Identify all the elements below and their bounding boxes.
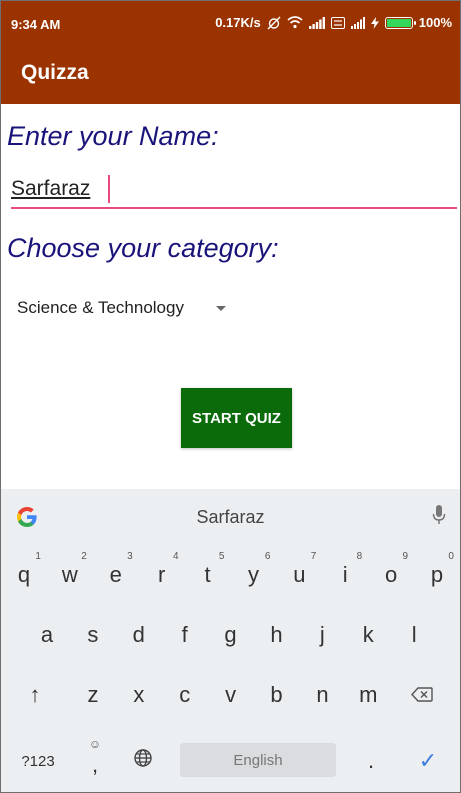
emoji-comma-key[interactable]: ☺ , [73, 731, 117, 791]
text-cursor [108, 175, 110, 203]
key-r[interactable]: r4 [139, 545, 185, 605]
dropdown-arrow-icon [215, 305, 226, 311]
key-p[interactable]: p0 [414, 545, 460, 605]
key-t[interactable]: t5 [185, 545, 231, 605]
key-z[interactable]: z [70, 665, 116, 725]
comma-label: , [91, 752, 99, 777]
keyboard-row-3: ↑ zxcvbnm [1, 665, 460, 725]
symbols-key[interactable]: ?123 [7, 731, 69, 791]
key-q[interactable]: q1 [1, 545, 47, 605]
key-x[interactable]: x [116, 665, 162, 725]
period-key[interactable]: . [349, 731, 393, 791]
key-i[interactable]: i8 [322, 545, 368, 605]
microphone-icon[interactable] [432, 504, 446, 531]
shift-key[interactable]: ↑ [5, 665, 65, 725]
key-o[interactable]: o9 [368, 545, 414, 605]
checkmark-icon: ✓ [418, 748, 438, 773]
key-m[interactable]: m [345, 665, 391, 725]
key-label: t [204, 562, 211, 587]
battery-percent: 100% [418, 15, 452, 30]
key-number-hint: 9 [402, 551, 409, 562]
key-label: q [17, 562, 31, 587]
globe-icon [133, 748, 153, 774]
battery-icon [384, 16, 416, 29]
key-number-hint: 4 [173, 551, 179, 562]
key-number-hint: 0 [448, 551, 454, 562]
name-label: Enter your Name: [7, 121, 219, 151]
status-time: 9:34 AM [11, 17, 61, 32]
language-key[interactable] [121, 731, 165, 791]
key-h[interactable]: h [254, 605, 300, 665]
suggestion-word[interactable]: Sarfaraz [1, 507, 460, 528]
key-b[interactable]: b [254, 665, 300, 725]
done-key[interactable]: ✓ [401, 731, 455, 791]
key-k[interactable]: k [345, 605, 391, 665]
key-label: p [430, 562, 444, 587]
signal-icon-2 [350, 16, 365, 29]
space-key[interactable]: English [180, 743, 336, 777]
network-speed: 0.17K/s [215, 15, 261, 30]
key-label: w [61, 562, 78, 587]
keyboard-row-4: ?123 ☺ , English . ✓ [1, 731, 460, 791]
category-selected-value: Science & Technology [17, 298, 184, 317]
key-a[interactable]: a [24, 605, 70, 665]
volte-icon [330, 16, 345, 29]
key-w[interactable]: w2 [47, 545, 93, 605]
key-f[interactable]: f [162, 605, 208, 665]
key-label: y [247, 562, 259, 587]
key-number-hint: 1 [35, 551, 41, 562]
backspace-key[interactable] [387, 665, 457, 725]
key-c[interactable]: c [162, 665, 208, 725]
key-g[interactable]: g [208, 605, 254, 665]
key-number-hint: 3 [127, 551, 133, 562]
keyboard-row-1: q1w2e3r4t5y6u7i8o9p0 [1, 545, 460, 605]
key-label: u [293, 562, 306, 587]
key-u[interactable]: u7 [276, 545, 322, 605]
key-label: i [342, 562, 348, 587]
status-bar: 9:34 AM 0.17K/s 100% [1, 1, 460, 49]
charging-icon [370, 16, 379, 29]
suggestion-bar: Sarfaraz [1, 489, 460, 545]
app-screen: 9:34 AM 0.17K/s 100% Quizza Enter your N… [0, 0, 461, 793]
key-number-hint: 5 [218, 551, 225, 562]
key-d[interactable]: d [116, 605, 162, 665]
key-number-hint: 8 [356, 551, 363, 562]
category-dropdown[interactable]: Science & Technology [17, 298, 226, 318]
emoji-icon: ☺ [88, 737, 102, 751]
key-y[interactable]: y6 [231, 545, 277, 605]
app-title: Quizza [21, 61, 89, 84]
key-e[interactable]: e3 [93, 545, 139, 605]
alarm-off-icon [267, 16, 281, 30]
key-number-hint: 7 [310, 551, 317, 562]
name-input[interactable] [11, 171, 457, 209]
key-s[interactable]: s [70, 605, 116, 665]
key-label: r [157, 562, 166, 587]
start-quiz-button[interactable]: START QUIZ [181, 388, 292, 448]
status-indicators: 0.17K/s 100% [215, 15, 452, 30]
key-number-hint: 6 [264, 551, 271, 562]
keyboard-row-2: asdfghjkl [1, 605, 460, 665]
key-v[interactable]: v [208, 665, 254, 725]
key-label: o [385, 562, 398, 587]
soft-keyboard: Sarfaraz q1w2e3r4t5y6u7i8o9p0 asdfghjkl … [1, 489, 460, 792]
battery-level [386, 18, 411, 27]
wifi-icon [287, 16, 303, 29]
key-label: e [109, 562, 122, 587]
signal-icon [308, 16, 325, 29]
key-number-hint: 2 [81, 551, 87, 562]
category-label: Choose your category: [7, 233, 279, 263]
key-n[interactable]: n [300, 665, 346, 725]
key-l[interactable]: l [391, 605, 437, 665]
backspace-icon [411, 682, 433, 708]
key-j[interactable]: j [299, 605, 345, 665]
app-bar: Quizza [1, 49, 460, 104]
